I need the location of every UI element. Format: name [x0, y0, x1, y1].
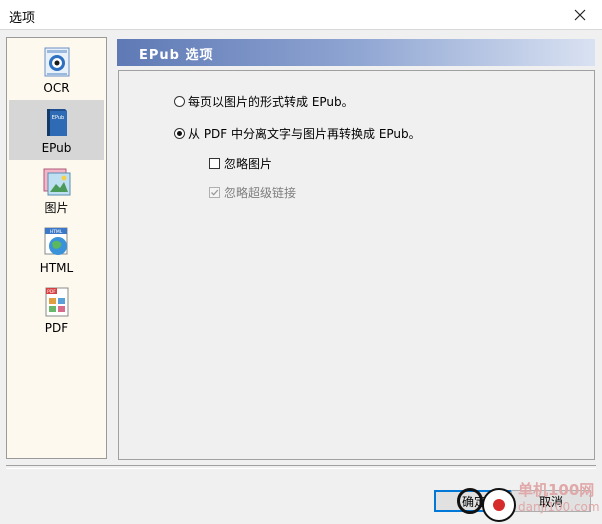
- radio-per-page[interactable]: [174, 96, 185, 107]
- ocr-icon: [44, 47, 69, 77]
- sidebar-item-label: OCR: [43, 81, 70, 95]
- close-button[interactable]: [558, 0, 602, 30]
- html-globe-icon: HTML: [44, 227, 67, 255]
- ok-button[interactable]: 确定: [434, 490, 514, 512]
- ignore-links-label: 忽略超级链接: [224, 186, 297, 200]
- cancel-button[interactable]: 取消: [511, 490, 591, 512]
- sidebar-item-images[interactable]: 图片: [9, 160, 104, 220]
- radio-per-page-label: 每页以图片的形式转成 EPub。: [188, 95, 354, 109]
- ignore-links-option: 忽略超级链接: [209, 184, 296, 201]
- sidebar-item-html[interactable]: HTML HTML: [9, 220, 104, 280]
- section-header: EPub 选项: [117, 39, 595, 66]
- sidebar-item-label: HTML: [39, 261, 74, 275]
- radio-separate-option[interactable]: 从 PDF 中分离文字与图片再转换成 EPub。: [174, 125, 421, 142]
- sidebar-item-pdf[interactable]: PDF PDF: [9, 280, 104, 340]
- epub-book-icon: EPub: [46, 109, 67, 136]
- title-bar: 选项: [0, 0, 602, 30]
- window-title: 选项: [9, 11, 36, 26]
- ignore-images-option[interactable]: 忽略图片: [209, 155, 272, 172]
- bottom-separator: [6, 465, 596, 469]
- ignore-links-checkbox: [209, 187, 220, 198]
- sidebar-item-label: PDF: [44, 321, 69, 335]
- section-title: EPub 选项: [139, 48, 214, 63]
- ignore-images-label: 忽略图片: [224, 157, 273, 171]
- sidebar-item-label: EPub: [41, 141, 72, 155]
- close-icon: [574, 9, 586, 21]
- radio-separate-label: 从 PDF 中分离文字与图片再转换成 EPub。: [188, 127, 421, 141]
- radio-per-page-option[interactable]: 每页以图片的形式转成 EPub。: [174, 93, 354, 110]
- svg-text:EPub: EPub: [51, 115, 63, 121]
- options-panel: 每页以图片的形式转成 EPub。 从 PDF 中分离文字与图片再转换成 EPub…: [118, 70, 595, 460]
- svg-text:HTML: HTML: [49, 229, 62, 235]
- category-sidebar: OCR EPub EPub 图片 HTML HTML PDF PDF: [6, 37, 107, 459]
- radio-separate[interactable]: [174, 128, 185, 139]
- sidebar-item-ocr[interactable]: OCR: [9, 40, 104, 100]
- image-icon: [43, 168, 70, 196]
- sidebar-item-epub[interactable]: EPub EPub: [9, 100, 104, 160]
- svg-text:PDF: PDF: [47, 289, 56, 295]
- sidebar-item-label: 图片: [44, 201, 69, 215]
- ignore-images-checkbox[interactable]: [209, 158, 220, 169]
- pdf-icon: PDF: [45, 287, 68, 317]
- checkmark-icon: [211, 189, 219, 196]
